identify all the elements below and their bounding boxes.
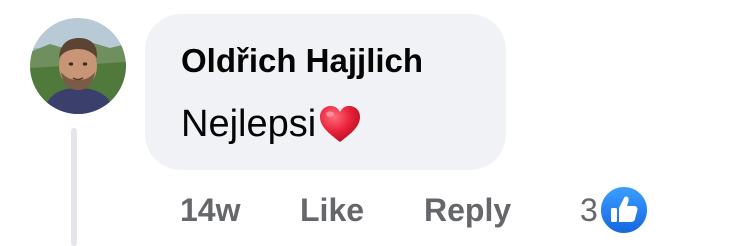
comment-text: Nejlepsi <box>181 102 317 145</box>
comment-actions: 14w Like Reply <box>180 188 584 232</box>
like-button[interactable]: Like <box>300 192 424 229</box>
reaction-count: 3 <box>580 191 598 228</box>
reaction-summary[interactable]: 3 <box>580 184 650 236</box>
reply-thread-line <box>71 128 77 246</box>
comment-bubble: Oldřich Hajjlich Nejlepsi <box>145 14 506 170</box>
avatar-photo <box>30 18 126 114</box>
comment-timestamp[interactable]: 14w <box>180 192 300 229</box>
comment-body: Nejlepsi <box>181 100 362 148</box>
red-heart-icon <box>318 104 362 144</box>
thumbs-up-icon <box>598 184 650 236</box>
comment-container: Oldřich Hajjlich Nejlepsi 14w Like Reply… <box>0 0 735 246</box>
reply-button[interactable]: Reply <box>424 192 584 229</box>
avatar[interactable] <box>30 18 126 114</box>
comment-author-name[interactable]: Oldřich Hajjlich <box>181 42 423 80</box>
